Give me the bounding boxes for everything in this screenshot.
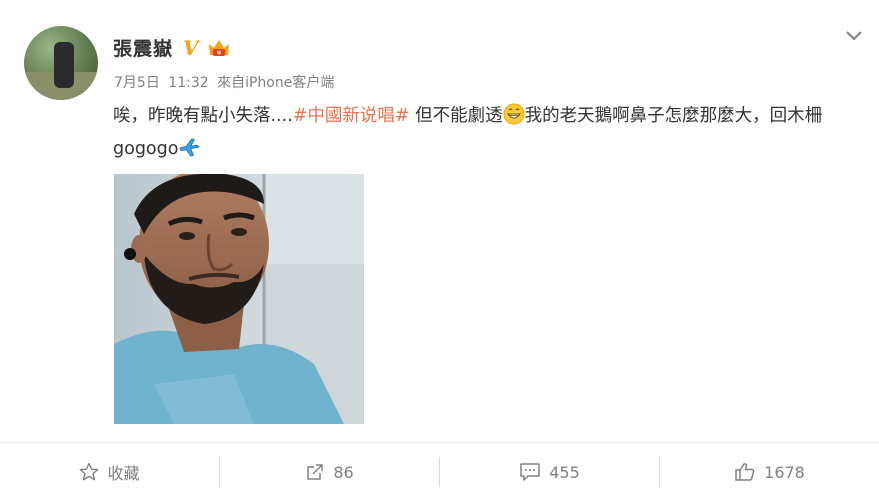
repost-button[interactable]: 86 bbox=[220, 457, 439, 487]
selfie-image bbox=[114, 174, 364, 424]
post-time[interactable]: 11:32 bbox=[168, 75, 208, 91]
comment-button[interactable]: 455 bbox=[440, 457, 659, 487]
star-icon bbox=[80, 462, 99, 481]
post-meta: 7月5日 11:32 來自iPhone客户端 bbox=[114, 72, 338, 92]
author-name[interactable]: 張震嶽 bbox=[113, 34, 173, 61]
post-text-part2: 但不能劇透 bbox=[409, 106, 503, 126]
like-count: 1678 bbox=[764, 462, 805, 482]
share-icon bbox=[307, 464, 324, 480]
author-row: 張震嶽 V bbox=[113, 34, 231, 61]
comment-count: 455 bbox=[549, 462, 580, 482]
like-button[interactable]: 1678 bbox=[660, 457, 879, 487]
avatar-motorbike bbox=[54, 42, 74, 88]
grin-emoji-icon bbox=[503, 103, 525, 125]
airplane-emoji-icon bbox=[179, 138, 201, 157]
favorite-label: 收藏 bbox=[107, 464, 140, 483]
post-text-part1: 唉，昨晚有點小失落.... bbox=[113, 106, 293, 126]
post-source[interactable]: 來自iPhone客户端 bbox=[217, 75, 334, 91]
repost-count: 86 bbox=[333, 462, 354, 482]
avatar[interactable] bbox=[24, 26, 98, 100]
verified-v-icon[interactable]: V bbox=[183, 36, 199, 60]
member-crown-icon[interactable] bbox=[207, 37, 231, 59]
comment-icon bbox=[520, 463, 540, 481]
chevron-down-icon[interactable] bbox=[843, 24, 865, 46]
thumbs-up-icon bbox=[735, 463, 755, 481]
topic-link[interactable]: #中國新说唱# bbox=[293, 106, 410, 126]
post-content: 唉，昨晚有點小失落....#中國新说唱# 但不能劇透 我的老天鵝啊鼻子怎麼那麼大… bbox=[113, 100, 858, 166]
post-date[interactable]: 7月5日 bbox=[114, 75, 160, 91]
action-bar: 收藏 86 455 1678 bbox=[0, 442, 879, 501]
post-photo[interactable] bbox=[114, 174, 364, 424]
favorite-button[interactable]: 收藏 bbox=[0, 457, 219, 487]
